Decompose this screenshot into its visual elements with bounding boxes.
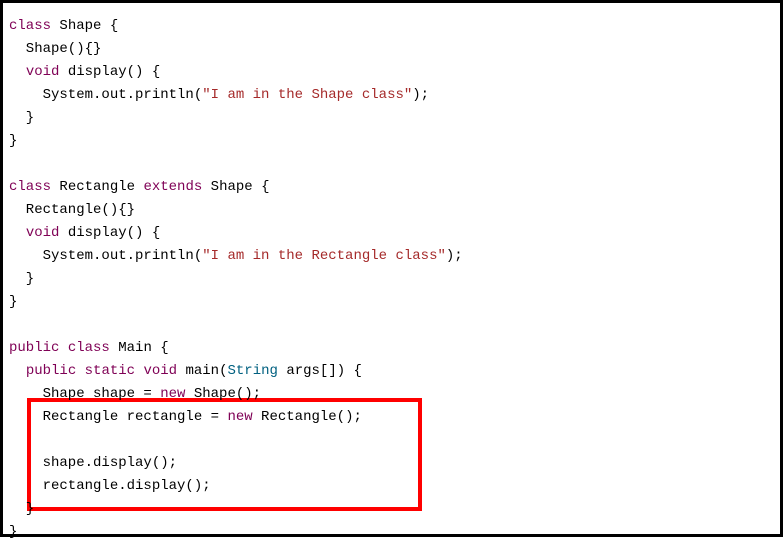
- keyword-new: new: [160, 386, 185, 402]
- stmt-end: );: [412, 87, 429, 103]
- keyword-extends: extends: [143, 179, 202, 195]
- var-decl: Shape shape =: [9, 386, 160, 402]
- brace-close: }: [9, 271, 34, 287]
- code-line-15: Shape shape = new Shape();: [9, 383, 774, 406]
- class-name-rectangle: Rectangle: [59, 179, 135, 195]
- code-line-11: }: [9, 268, 774, 291]
- code-line-14: public static void main(String args[]) {: [9, 360, 774, 383]
- text: [110, 340, 118, 356]
- type-string: String: [228, 363, 278, 379]
- brace: {: [152, 340, 169, 356]
- class-name-main: Main: [118, 340, 152, 356]
- method-main: main(: [177, 363, 227, 379]
- constructor-shape: Shape(){}: [9, 41, 101, 57]
- keyword-public: public: [26, 363, 76, 379]
- text: [59, 340, 67, 356]
- code-line-12: }: [9, 291, 774, 314]
- code-line-19: }: [9, 498, 774, 521]
- keyword-public: public: [9, 340, 59, 356]
- brace-close: }: [9, 501, 34, 517]
- code-line-5: }: [9, 107, 774, 130]
- brace: {: [253, 179, 270, 195]
- keyword-void: void: [143, 363, 177, 379]
- blank-line: [9, 153, 774, 176]
- keyword-static: static: [85, 363, 135, 379]
- string-literal: "I am in the Shape class": [202, 87, 412, 103]
- blank-line: [9, 429, 774, 452]
- brace-close: }: [9, 294, 17, 310]
- text: [202, 179, 210, 195]
- code-line-4: System.out.println("I am in the Shape cl…: [9, 84, 774, 107]
- println-call: System.out.println(: [9, 87, 202, 103]
- code-line-10: System.out.println("I am in the Rectangl…: [9, 245, 774, 268]
- keyword-class: class: [9, 18, 51, 34]
- method-display: display() {: [59, 64, 160, 80]
- method-call: rectangle.display();: [9, 478, 211, 494]
- code-line-1: class Shape {: [9, 15, 774, 38]
- brace-close: }: [9, 524, 17, 540]
- indent: [9, 225, 26, 241]
- code-line-6: }: [9, 130, 774, 153]
- code-line-3: void display() {: [9, 61, 774, 84]
- code-line-13: public class Main {: [9, 337, 774, 360]
- string-literal: "I am in the Rectangle class": [202, 248, 446, 264]
- args: args[]) {: [278, 363, 362, 379]
- stmt-end: );: [446, 248, 463, 264]
- blank-line: [9, 314, 774, 337]
- ctor-call: Shape();: [185, 386, 261, 402]
- brace-close: }: [9, 133, 17, 149]
- code-line-8: Rectangle(){}: [9, 199, 774, 222]
- keyword-class: class: [68, 340, 110, 356]
- code-block: class Shape { Shape(){} void display() {…: [0, 0, 783, 537]
- keyword-void: void: [26, 225, 60, 241]
- class-name-shape: Shape: [59, 18, 101, 34]
- parent-class: Shape: [211, 179, 253, 195]
- text: [76, 363, 84, 379]
- code-line-17: shape.display();: [9, 452, 774, 475]
- keyword-class: class: [9, 179, 51, 195]
- code-line-20: }: [9, 521, 774, 544]
- indent: [9, 64, 26, 80]
- keyword-new: new: [227, 409, 252, 425]
- brace-close: }: [9, 110, 34, 126]
- method-call: shape.display();: [9, 455, 177, 471]
- indent: [9, 363, 26, 379]
- constructor-rectangle: Rectangle(){}: [9, 202, 135, 218]
- code-line-9: void display() {: [9, 222, 774, 245]
- code-line-18: rectangle.display();: [9, 475, 774, 498]
- code-line-7: class Rectangle extends Shape {: [9, 176, 774, 199]
- ctor-call: Rectangle();: [253, 409, 362, 425]
- println-call: System.out.println(: [9, 248, 202, 264]
- keyword-void: void: [26, 64, 60, 80]
- var-decl: Rectangle rectangle =: [9, 409, 227, 425]
- code-line-2: Shape(){}: [9, 38, 774, 61]
- brace: {: [101, 18, 118, 34]
- method-display: display() {: [59, 225, 160, 241]
- code-line-16: Rectangle rectangle = new Rectangle();: [9, 406, 774, 429]
